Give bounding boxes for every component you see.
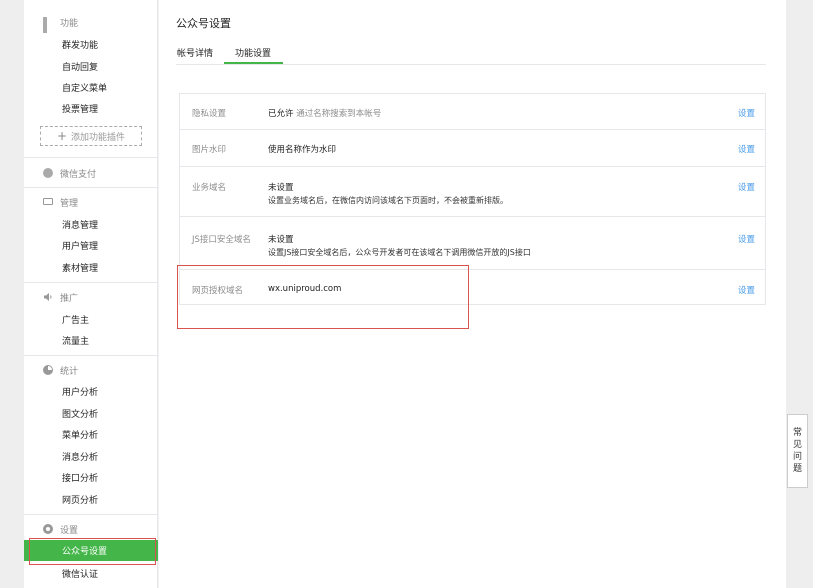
sidebar-item-user-manage[interactable]: 用户管理 [24, 235, 158, 256]
tab-feature-settings[interactable]: 功能设置 [235, 46, 271, 59]
settings-row-watermark: 图片水印 使用名称作为水印 设置 [180, 130, 765, 167]
row-label: 隐私设置 [192, 109, 227, 119]
sidebar-group-label: 功能 [60, 18, 79, 29]
sidebar: 功能 群发功能 自动回复 自定义菜单 投票管理 + 添加功能插件 微信支付 管理… [24, 0, 158, 588]
row-value: 未设置 [268, 183, 294, 193]
sidebar-group-label: 管理 [60, 198, 79, 209]
settings-row-business-domain: 业务域名 未设置 设置业务域名后，在微信内访问该域名下页面时，不会被重新排版。 … [180, 167, 765, 217]
sidebar-item-publisher[interactable]: 流量主 [24, 330, 158, 351]
row-label: JS接口安全域名 [192, 235, 251, 245]
faq-button[interactable]: 常 见 问 题 [787, 414, 808, 488]
add-plugin-label: 添加功能插件 [71, 132, 126, 143]
right-gutter [786, 0, 813, 588]
sidebar-item-mass-send[interactable]: 群发功能 [24, 34, 158, 55]
sidebar-item-menu-analysis[interactable]: 菜单分析 [24, 424, 158, 445]
oauth-domain-settings-link[interactable]: 设置 [738, 284, 755, 296]
row-description: 设置JS接口安全域名后，公众号开发者可在该域名下调用微信开放的JS接口 [268, 248, 531, 257]
sidebar-group-payment[interactable]: 微信支付 [24, 162, 158, 184]
sidebar-group-label: 设置 [60, 525, 79, 536]
sidebar-group-label: 微信支付 [60, 169, 97, 180]
row-value: 未设置 [268, 235, 294, 245]
js-domain-settings-link[interactable]: 设置 [738, 233, 755, 245]
sidebar-group-label: 统计 [60, 366, 79, 377]
tab-divider [176, 64, 766, 65]
check-circle-icon [43, 168, 53, 178]
gear-icon [43, 524, 53, 534]
sidebar-group-settings: 设置 [24, 518, 158, 540]
sidebar-item-auto-reply[interactable]: 自动回复 [24, 56, 158, 77]
monitor-icon [43, 197, 53, 205]
row-label: 图片水印 [192, 145, 227, 155]
watermark-settings-link[interactable]: 设置 [738, 143, 755, 155]
sidebar-group-promote: 推广 [24, 286, 158, 308]
business-domain-settings-link[interactable]: 设置 [738, 181, 755, 193]
row-label: 业务域名 [192, 183, 227, 193]
sidebar-item-material-manage[interactable]: 素材管理 [24, 257, 158, 278]
sidebar-group-manage: 管理 [24, 191, 158, 213]
sidebar-divider [24, 514, 158, 515]
sidebar-item-user-analysis[interactable]: 用户分析 [24, 381, 158, 402]
faq-char: 题 [792, 464, 802, 474]
row-value: 使用名称作为水印 [268, 145, 337, 155]
sidebar-item-message-analysis[interactable]: 消息分析 [24, 446, 158, 467]
sidebar-item-vote-manage[interactable]: 投票管理 [24, 98, 158, 119]
sidebar-item-api-analysis[interactable]: 接口分析 [24, 467, 158, 488]
grid-icon [43, 17, 53, 33]
faq-char: 见 [792, 440, 802, 450]
tab-account-details[interactable]: 帐号详情 [177, 46, 213, 59]
page-title: 公众号设置 [176, 17, 231, 30]
highlight-box-account-settings [29, 538, 156, 565]
row-value: 已允许 通过名称搜索到本帐号 [268, 109, 382, 119]
sidebar-divider [24, 355, 158, 356]
faq-char: 常 [792, 428, 802, 438]
add-plugin-button[interactable]: + 添加功能插件 [40, 126, 142, 146]
faq-char: 问 [792, 452, 802, 462]
left-gutter [0, 0, 24, 588]
sidebar-divider [24, 157, 158, 158]
sidebar-divider [24, 282, 158, 283]
row-note: 通过名称搜索到本帐号 [296, 109, 382, 119]
privacy-settings-link[interactable]: 设置 [738, 107, 755, 119]
speaker-icon [43, 292, 53, 302]
sidebar-item-advertiser[interactable]: 广告主 [24, 309, 158, 330]
sidebar-item-article-analysis[interactable]: 图文分析 [24, 403, 158, 424]
sidebar-group-features: 功能 [24, 11, 158, 33]
settings-row-js-domain: JS接口安全域名 未设置 设置JS接口安全域名后，公众号开发者可在该域名下调用微… [180, 217, 765, 270]
pie-chart-icon [43, 365, 53, 375]
sidebar-item-custom-menu[interactable]: 自定义菜单 [24, 77, 158, 98]
highlight-box-oauth-domain [177, 265, 469, 329]
sidebar-group-label: 推广 [60, 293, 79, 304]
sidebar-divider [24, 187, 158, 188]
sidebar-item-message-manage[interactable]: 消息管理 [24, 214, 158, 235]
row-description: 设置业务域名后，在微信内访问该域名下页面时，不会被重新排版。 [268, 196, 508, 205]
sidebar-group-stats: 统计 [24, 359, 158, 381]
sidebar-item-wechat-verify[interactable]: 微信认证 [24, 563, 158, 584]
plus-icon: + [56, 129, 68, 143]
settings-row-privacy: 隐私设置 已允许 通过名称搜索到本帐号 设置 [180, 94, 765, 130]
sidebar-item-web-analysis[interactable]: 网页分析 [24, 489, 158, 510]
